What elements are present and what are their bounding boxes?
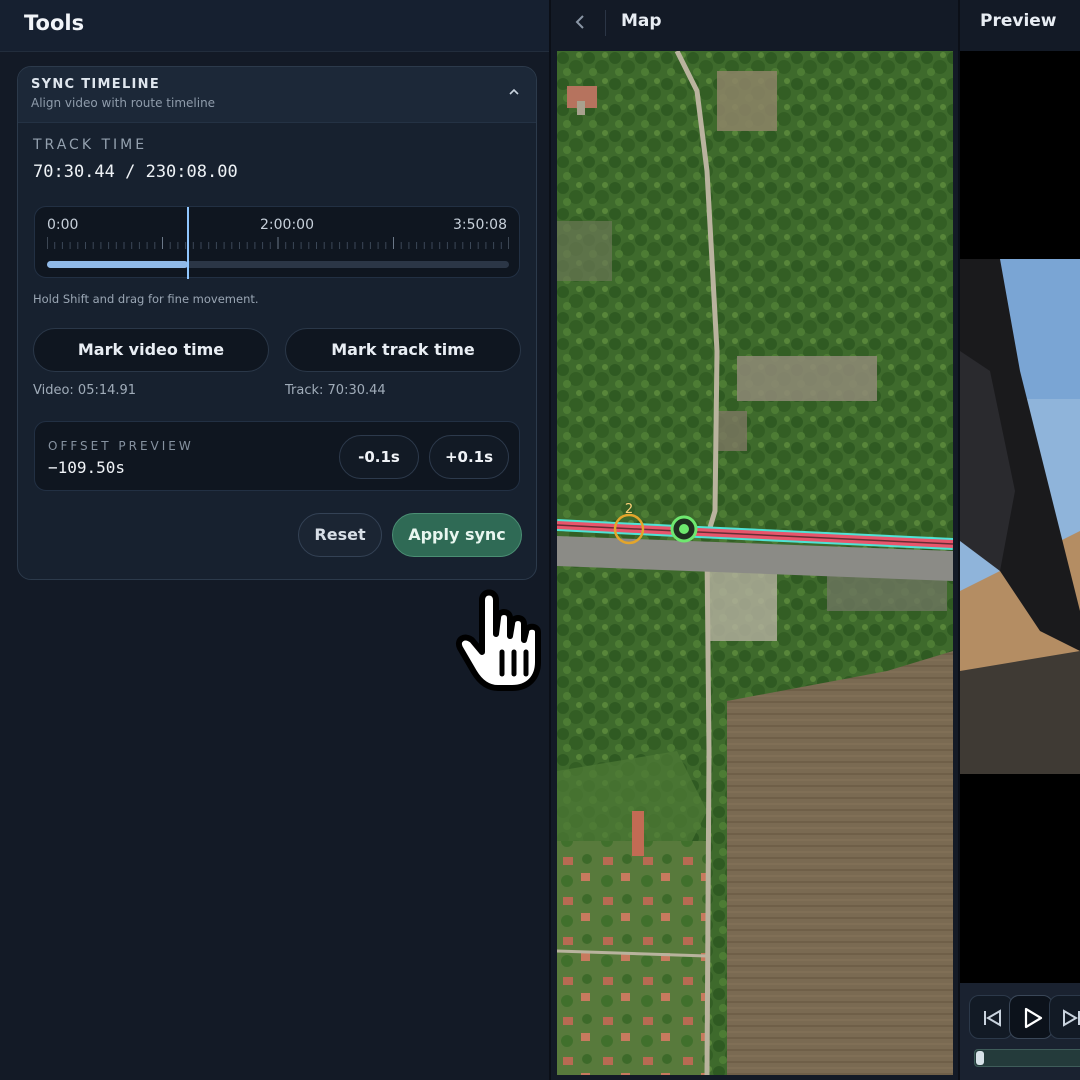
skip-back-icon (984, 1009, 1001, 1027)
map-header: Map (551, 0, 958, 46)
satellite-imagery: 2 (557, 51, 953, 1075)
video-preview[interactable] (960, 51, 1080, 983)
map-title: Map (621, 11, 662, 31)
skip-forward-button[interactable] (1049, 995, 1080, 1039)
tools-panel: Tools SYNC TIMELINE Align video with rou… (0, 0, 550, 1080)
play-icon (1024, 1007, 1043, 1029)
track-time-value: 70:30.44 / 230:08.00 (33, 162, 238, 182)
track-time-readout: Track: 70:30.44 (285, 383, 386, 398)
sync-card-title: SYNC TIMELINE (31, 77, 161, 92)
scrubber-mid-label: 2:00:00 (260, 217, 314, 233)
tools-header: Tools (0, 0, 550, 52)
reset-button[interactable]: Reset (298, 513, 382, 557)
skip-forward-icon (1063, 1009, 1080, 1027)
timeline-scrubber[interactable]: 0:00 2:00:00 3:50:08 (34, 206, 520, 279)
map-header-separator (605, 10, 606, 36)
mark-track-time-button[interactable]: Mark track time (285, 328, 521, 372)
scrubber-rail[interactable] (47, 261, 509, 268)
video-time-readout: Video: 05:14.91 (33, 383, 137, 398)
offset-minus-button[interactable]: -0.1s (339, 435, 419, 479)
play-button[interactable] (1009, 995, 1053, 1039)
route-marker-label: 2 (625, 502, 633, 517)
panel-divider (549, 0, 551, 1080)
sync-card-subtitle: Align video with route timeline (31, 96, 216, 110)
mark-video-time-button[interactable]: Mark video time (33, 328, 269, 372)
sync-timeline-card: SYNC TIMELINE Align video with route tim… (17, 66, 537, 580)
track-time-label: TRACK TIME (33, 137, 148, 153)
preview-title: Preview (980, 11, 1057, 31)
offset-preview-value: −109.50s (48, 458, 126, 477)
skip-back-button[interactable] (969, 995, 1013, 1039)
scrubber-end-label: 3:50:08 (453, 217, 507, 233)
offset-preview-label: OFFSET PREVIEW (48, 439, 194, 453)
chevron-up-icon[interactable] (508, 86, 520, 98)
video-progress-knob[interactable] (976, 1051, 984, 1065)
tools-title: Tools (24, 11, 85, 35)
hand-pointer-icon (456, 589, 541, 691)
video-controls (960, 983, 1080, 1080)
chevron-left-icon[interactable] (573, 13, 587, 31)
scrubber-start-label: 0:00 (47, 217, 79, 233)
offset-plus-button[interactable]: +0.1s (429, 435, 509, 479)
scrubber-ticks (47, 237, 509, 249)
preview-header: Preview (960, 0, 1080, 46)
scrubber-playhead[interactable] (187, 207, 190, 279)
satellite-map[interactable]: 2 (557, 51, 953, 1075)
scrubber-progress (47, 261, 189, 268)
fine-movement-hint: Hold Shift and drag for fine movement. (33, 292, 259, 306)
video-progress-bar[interactable] (974, 1049, 1080, 1067)
offset-preview-box: OFFSET PREVIEW −109.50s -0.1s +0.1s (34, 421, 520, 491)
sync-card-header[interactable]: SYNC TIMELINE Align video with route tim… (18, 67, 536, 123)
apply-sync-button[interactable]: Apply sync (392, 513, 522, 557)
video-frame (960, 51, 1080, 983)
